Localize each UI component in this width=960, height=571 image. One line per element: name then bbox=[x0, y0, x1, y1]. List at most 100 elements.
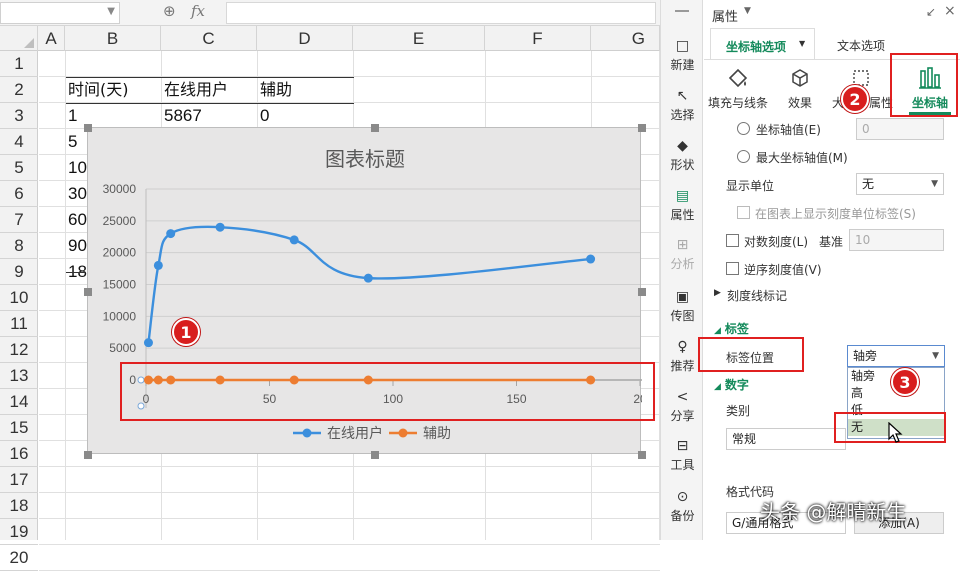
formula-bar: ▼ ⊕ fx bbox=[0, 0, 660, 26]
tool-label: 属性 bbox=[670, 208, 695, 222]
select-all-corner[interactable] bbox=[0, 26, 38, 51]
col-c[interactable]: C bbox=[161, 26, 257, 51]
col-a[interactable]: A bbox=[38, 26, 65, 51]
name-box[interactable]: ▼ bbox=[0, 2, 120, 24]
row-19[interactable]: 19 bbox=[0, 519, 38, 545]
row-18[interactable]: 18 bbox=[0, 493, 38, 519]
table-cell[interactable]: 30 bbox=[68, 181, 87, 207]
label-position-select[interactable]: 轴旁 ▼ bbox=[847, 345, 945, 367]
grid-row-line bbox=[39, 492, 660, 493]
close-icon[interactable]: × bbox=[944, 3, 956, 19]
max-axis-radio[interactable] bbox=[737, 150, 750, 163]
y-tick-label: 5000 bbox=[109, 341, 136, 355]
tool-share[interactable]: < 分享 bbox=[661, 389, 704, 424]
chevron-down-icon[interactable]: ▼ bbox=[107, 6, 115, 17]
col-f[interactable]: F bbox=[485, 26, 591, 51]
table-cell[interactable]: 1 bbox=[68, 103, 77, 129]
legend-marker bbox=[302, 428, 312, 438]
row-4[interactable]: 4 bbox=[0, 129, 38, 155]
chart-resize-handle[interactable] bbox=[84, 451, 92, 459]
log-scale-label: 对数刻度(L) bbox=[744, 235, 809, 249]
chart-resize-handle[interactable] bbox=[638, 124, 646, 132]
fill-line-icon[interactable] bbox=[727, 67, 749, 89]
row-10[interactable]: 10 bbox=[0, 285, 38, 311]
table-cell[interactable]: 60 bbox=[68, 207, 87, 233]
grid-row-line bbox=[39, 518, 660, 519]
row-6[interactable]: 6 bbox=[0, 181, 38, 207]
tick-marks-section[interactable]: 刻度线标记 bbox=[727, 287, 787, 304]
tool-analyze[interactable]: ⊞ 分析 bbox=[661, 237, 704, 272]
chart-resize-handle[interactable] bbox=[84, 288, 92, 296]
tab-axis-options-label: 坐标轴选项 bbox=[726, 40, 787, 54]
log-scale-checkbox[interactable] bbox=[726, 234, 739, 247]
table-cell[interactable]: 5 bbox=[68, 129, 77, 155]
reverse-checkbox[interactable] bbox=[726, 262, 739, 275]
collapse-handle[interactable] bbox=[675, 10, 689, 12]
tool-upload-image[interactable]: ▣ 传图 bbox=[661, 289, 704, 324]
tool-property[interactable]: ▤ 属性 bbox=[661, 188, 704, 223]
chart-resize-handle[interactable] bbox=[638, 288, 646, 296]
axis-value-radio[interactable] bbox=[737, 122, 750, 135]
category-select[interactable]: 常规 bbox=[726, 428, 846, 450]
tool-backup[interactable]: ⊙ 备份 bbox=[661, 489, 704, 524]
row-1[interactable]: 1 bbox=[0, 51, 38, 77]
table-cell[interactable]: 0 bbox=[260, 103, 269, 129]
chart-resize-handle[interactable] bbox=[84, 124, 92, 132]
row-16[interactable]: 16 bbox=[0, 441, 38, 467]
pin-icon[interactable]: ↙ bbox=[926, 5, 936, 19]
row-5[interactable]: 5 bbox=[0, 155, 38, 181]
row-7[interactable]: 7 bbox=[0, 207, 38, 233]
display-unit-select[interactable]: 无 ▼ bbox=[856, 173, 944, 195]
subtab-effects[interactable]: 效果 bbox=[788, 94, 812, 111]
table-cell[interactable]: 5867 bbox=[164, 103, 202, 129]
table-header-cell[interactable]: 在线用户 bbox=[164, 77, 228, 103]
expand-arrow-icon[interactable]: ▶ bbox=[714, 288, 721, 298]
row-14[interactable]: 14 bbox=[0, 389, 38, 415]
effects-icon[interactable] bbox=[789, 67, 811, 89]
recommend-icon: ♀ bbox=[677, 339, 688, 355]
axis-value-input[interactable]: 0 bbox=[856, 118, 944, 140]
table-header-cell[interactable]: 时间(天) bbox=[68, 77, 129, 103]
row-15[interactable]: 15 bbox=[0, 415, 38, 441]
row-12[interactable]: 12 bbox=[0, 337, 38, 363]
formula-input[interactable] bbox=[226, 2, 656, 24]
share-icon: < bbox=[676, 389, 689, 405]
tool-label: 推荐 bbox=[670, 359, 695, 373]
data-point bbox=[586, 254, 596, 264]
tool-sidebar: □ 新建 ↖ 选择 ◆ 形状 ▤ 属性 ⊞ 分析 ▣ 传图 ♀ 推荐 < 分享 ⊟ 工具 ⊙ 备份 bbox=[660, 0, 703, 540]
tool-new[interactable]: □ 新建 bbox=[661, 38, 704, 73]
row-17[interactable]: 17 bbox=[0, 467, 38, 493]
row-2[interactable]: 2 bbox=[0, 77, 38, 103]
row-13[interactable]: 13 bbox=[0, 363, 38, 389]
row-11[interactable]: 11 bbox=[0, 311, 38, 337]
chart-resize-handle[interactable] bbox=[371, 451, 379, 459]
col-g[interactable]: G bbox=[591, 26, 660, 51]
col-e[interactable]: E bbox=[353, 26, 485, 51]
chart-resize-handle[interactable] bbox=[371, 124, 379, 132]
zoom-icon[interactable]: ⊕ bbox=[163, 2, 176, 20]
labels-section[interactable]: 标签 bbox=[714, 320, 749, 337]
table-cell[interactable]: 10 bbox=[68, 155, 87, 181]
base-input[interactable]: 10 bbox=[849, 229, 944, 251]
tool-select[interactable]: ↖ 选择 bbox=[661, 88, 704, 123]
col-b[interactable]: B bbox=[65, 26, 161, 51]
row-3[interactable]: 3 bbox=[0, 103, 38, 129]
legend-label: 在线用户 bbox=[327, 425, 383, 442]
table-header-cell[interactable]: 辅助 bbox=[260, 77, 292, 103]
tool-shape[interactable]: ◆ 形状 bbox=[661, 138, 704, 173]
annotation-box-label-position bbox=[698, 337, 804, 372]
tab-axis-options[interactable]: 坐标轴选项 ▼ bbox=[710, 28, 815, 60]
col-d[interactable]: D bbox=[257, 26, 353, 51]
subtab-fill-line[interactable]: 填充与线条 bbox=[708, 94, 768, 111]
fx-icon[interactable]: fx bbox=[191, 2, 205, 20]
chart-resize-handle[interactable] bbox=[638, 451, 646, 459]
row-8[interactable]: 8 bbox=[0, 233, 38, 259]
panel-title-dropdown-icon[interactable]: ▼ bbox=[744, 6, 751, 16]
show-unit-checkbox[interactable] bbox=[737, 206, 750, 219]
table-cell[interactable]: 90 bbox=[68, 233, 87, 259]
row-20[interactable]: 20 bbox=[0, 545, 38, 571]
number-section[interactable]: 数字 bbox=[714, 376, 749, 393]
tab-text-options[interactable]: 文本选项 bbox=[837, 37, 885, 54]
tool-toolbox[interactable]: ⊟ 工具 bbox=[661, 438, 704, 473]
row-9[interactable]: 9 bbox=[0, 259, 38, 285]
